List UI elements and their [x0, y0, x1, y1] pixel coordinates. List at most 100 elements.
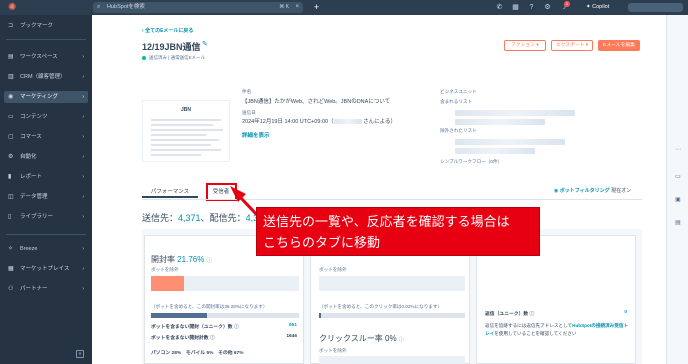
- back-to-emails-link[interactable]: ‹ 全てのEメールに戻る: [142, 27, 193, 34]
- sidebar-item-breeze[interactable]: ✧ Breeze ›: [4, 243, 88, 255]
- click-bot-included-note: （ボットを含めると、このクリック率は0.02%になります）: [319, 304, 443, 309]
- redacted-list: [455, 139, 565, 145]
- view-details-link[interactable]: 詳細を表示: [242, 131, 270, 139]
- open-rate-title: 開封率 21.76% ⓘ: [151, 254, 212, 265]
- help-icon[interactable]: ?: [527, 3, 536, 12]
- top-navigation-bar: ✺ ⌕ HubSpotを検索 ⌘ K × + ✆ ▦ ? ⚙ ♪ 1 ✦ Cop…: [0, 0, 688, 15]
- replies-value: 0: [624, 310, 627, 315]
- preview-text-line: [151, 124, 213, 126]
- sidebar-item-marketplace[interactable]: ▦ マーケットプレイス ›: [4, 263, 88, 275]
- sent-count-label: 送信先：: [142, 213, 179, 223]
- unique-opens-value[interactable]: 951: [289, 323, 297, 328]
- sidebar-item-label: コマース: [20, 134, 42, 140]
- bookmark-icon: ⊐: [8, 23, 14, 29]
- pencil-icon[interactable]: ✎: [202, 40, 208, 48]
- main-sidebar: ⊐ ブックマーク ▤ ワークスペース › ▥ CRM（顧客管理） › ◉ マーケ…: [0, 15, 92, 364]
- chevron-right-icon: ›: [82, 214, 84, 220]
- chevron-right-icon: ›: [82, 286, 84, 292]
- export-dropdown-button[interactable]: エクスポート ▾: [551, 40, 593, 51]
- sidebar-item-label: レポート: [20, 174, 43, 180]
- sidebar-item-automation[interactable]: ⚙ 自動化 ›: [4, 151, 88, 163]
- preview-text-line: [151, 149, 221, 151]
- schedule-icon[interactable]: ▤: [673, 218, 683, 228]
- email-preview-thumbnail[interactable]: JBN: [142, 100, 230, 162]
- sidebar-item-label: ワークスペース: [20, 54, 58, 60]
- bot-filtering-state: 現在オン: [611, 188, 632, 194]
- phone-icon[interactable]: ✆: [495, 3, 504, 12]
- tab-performance[interactable]: パフォーマンス: [142, 186, 198, 198]
- close-icon[interactable]: ×: [295, 2, 299, 13]
- open-rate-value: 21.76%: [177, 255, 205, 264]
- preview-text-line: [151, 144, 211, 146]
- preview-text-line: [151, 139, 219, 141]
- unique-opens-text: ボットを含まない開封（ユニーク）数: [151, 325, 233, 330]
- tabs-divider: [142, 199, 642, 200]
- chevron-right-icon: ›: [82, 266, 84, 272]
- page-title: 12/19JBN通信: [142, 42, 201, 52]
- info-icon[interactable]: ⓘ: [207, 258, 212, 264]
- crm-icon: ▥: [8, 74, 14, 80]
- email-preview-logo: JBN: [181, 107, 192, 113]
- included-lists-label: 含まれるリスト: [440, 99, 473, 104]
- actions-dropdown-button[interactable]: アクション ▾: [504, 40, 546, 51]
- back-link-label: 全てのEメールに戻る: [145, 28, 194, 34]
- chevron-right-icon: ›: [82, 114, 84, 120]
- click-bot-included-bar: [319, 313, 465, 318]
- account-menu[interactable]: [628, 3, 683, 12]
- sidebar-item-label: CRM（顧客管理）: [20, 74, 66, 80]
- main-content: ‹ 全てのEメールに戻る 12/19JBN通信 ✎ 送信済み | 通常送信Eメー…: [92, 15, 666, 364]
- subject-value: 【JBN通信】たかがWeb、されどWeb。JBNのDNAについて: [242, 99, 391, 105]
- grid-icon[interactable]: ⋯: [673, 145, 683, 155]
- total-opens-value: 1646: [286, 334, 297, 339]
- sidebar-item-partner[interactable]: ⚇ パートナー ›: [4, 283, 88, 295]
- search-shortcut: ⌘ K: [279, 4, 289, 10]
- sidebar-item-data-management[interactable]: ◫ データ管理 ›: [4, 191, 88, 203]
- info-icon[interactable]: ⓘ: [399, 337, 404, 343]
- chat-icon[interactable]: ▭: [673, 172, 683, 182]
- copilot-button[interactable]: ✦ Copilot: [586, 2, 609, 13]
- info-icon[interactable]: ⓘ: [530, 312, 535, 317]
- replies-label: 返信（ユニーク）数 ⓘ: [485, 310, 534, 317]
- chevron-right-icon: ›: [82, 134, 84, 140]
- annotation-line-2: こちらのタブに移動: [263, 235, 381, 250]
- bot-included-bar: [151, 313, 299, 318]
- sidebar-item-workspace[interactable]: ▤ ワークスペース ›: [4, 51, 88, 63]
- ctr-label: クリックスルー率: [319, 334, 383, 343]
- sidebar-item-commerce[interactable]: ▢ コマース ›: [4, 131, 88, 143]
- calendar-icon[interactable]: ▣: [673, 195, 683, 205]
- collapse-sidebar-button[interactable]: «: [76, 350, 84, 358]
- sidebar-item-label: 自動化: [20, 154, 37, 160]
- sidebar-item-content[interactable]: ▭ コンテンツ ›: [4, 111, 88, 123]
- automation-icon: ⚙: [8, 154, 14, 160]
- info-icon[interactable]: ⓘ: [234, 325, 239, 330]
- commerce-icon: ▢: [8, 134, 14, 140]
- sidebar-item-label: Breeze: [20, 246, 38, 252]
- sidebar-item-reports[interactable]: ▮ レポート ›: [4, 171, 88, 183]
- create-new-button[interactable]: +: [311, 2, 322, 13]
- bot-filtering-toggle[interactable]: ◉ ボットフィルタリング 現在オン: [554, 187, 631, 194]
- reply-help-prefix: 返信を追跡するには返信先アドレスとして: [485, 323, 573, 328]
- data-icon: ◫: [8, 194, 14, 200]
- sidebar-divider: [6, 39, 86, 40]
- global-search-input[interactable]: ⌕ HubSpotを検索 ⌘ K ×: [93, 2, 303, 13]
- reply-help-suffix: を使用していることを確認してください: [494, 331, 577, 336]
- sidebar-item-library[interactable]: ▯ ライブラリー ›: [4, 211, 88, 223]
- sidebar-item-bookmarks[interactable]: ⊐ ブックマーク: [4, 20, 88, 32]
- edit-email-button[interactable]: Eメールを編集: [598, 40, 640, 51]
- marketplace-icon: ▦: [8, 266, 14, 272]
- sidebar-item-marketing[interactable]: ◉ マーケティング ›: [4, 91, 88, 103]
- click-bot-included-bar-fill: [319, 313, 321, 318]
- total-opens-text: ボットを含まない開封計数: [151, 336, 209, 341]
- sent-date-value: 2024年12月19日 14:00 UTC+09:00（ さんによる）: [242, 117, 396, 125]
- info-icon[interactable]: ⓘ: [210, 336, 215, 341]
- sidebar-item-label: ブックマーク: [20, 23, 54, 29]
- marketplace-icon[interactable]: ▦: [511, 3, 520, 12]
- settings-gear-icon[interactable]: ⚙: [543, 3, 552, 12]
- open-rate-label: 開封率: [151, 255, 175, 264]
- bot-excluded-label: ボットを除外: [151, 267, 179, 272]
- annotation-line-1: 送信先の一覧や、反応者を確認する場合は: [263, 214, 510, 229]
- hubspot-logo-icon[interactable]: ✺: [8, 2, 19, 13]
- sidebar-item-crm[interactable]: ▥ CRM（顧客管理） ›: [4, 71, 88, 83]
- bot-included-note: （ボットを含めると、この開封率は38.28%になります）: [151, 304, 268, 309]
- redacted-list: [455, 119, 545, 125]
